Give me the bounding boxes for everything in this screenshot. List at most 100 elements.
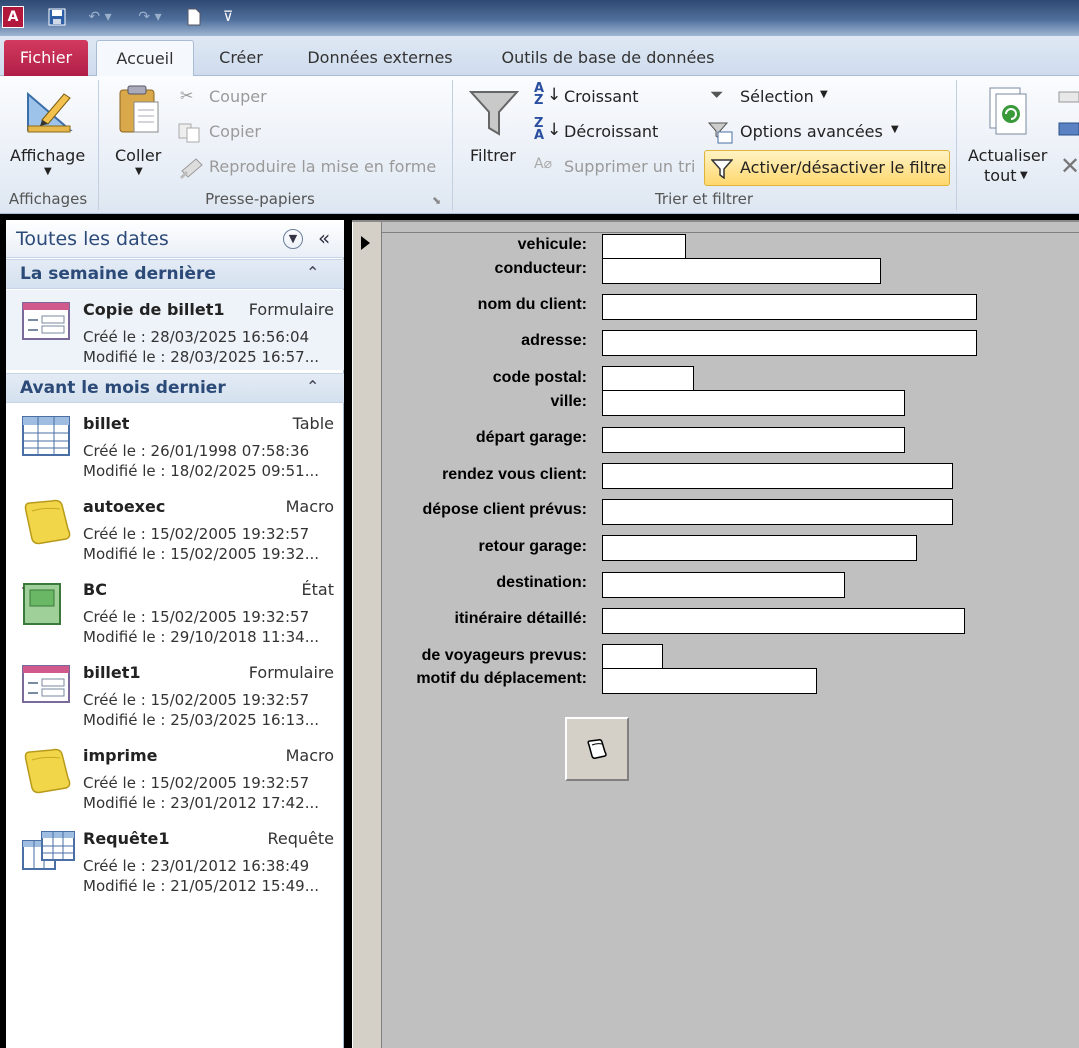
nav-item-name: autoexec xyxy=(83,497,166,516)
tab-fichier[interactable]: Fichier xyxy=(4,40,88,76)
nav-group-semaine-derniere[interactable]: La semaine dernière ⌃ xyxy=(6,259,344,289)
record-selector[interactable] xyxy=(352,222,382,1048)
save-icon[interactable] xyxy=(46,6,68,28)
selection-filter-icon: ⏷ xyxy=(710,85,724,105)
ribbon-tabs: Fichier Accueil Créer Données externes O… xyxy=(0,36,1079,77)
nav-item-name: billet1 xyxy=(83,663,141,682)
navigation-pane: Toutes les dates ▼ « La semaine dernière… xyxy=(6,220,344,1048)
nav-menu-dropdown-icon[interactable]: ▼ xyxy=(283,229,303,249)
actualiser-dropdown-arrow: ▼ xyxy=(1020,170,1028,181)
customize-toolbar-icon[interactable]: ⊽ xyxy=(220,6,236,28)
label-adresse: adresse: xyxy=(521,332,587,349)
field-depart-garage[interactable] xyxy=(602,427,905,453)
options-avancees-button[interactable]: Options avancées ▼ xyxy=(706,119,916,147)
scissors-icon: ✂ xyxy=(180,86,194,105)
new-document-icon[interactable] xyxy=(184,6,204,28)
supprimer-tri-label: Supprimer un tri xyxy=(564,157,696,176)
selection-label: Sélection xyxy=(740,87,814,106)
field-destination[interactable] xyxy=(602,572,845,598)
copier-button[interactable]: Copier xyxy=(178,119,288,147)
field-motif-du-deplacement[interactable] xyxy=(602,668,817,694)
dialog-launcher-icon[interactable]: ⬊ xyxy=(432,194,441,207)
nav-item-billet1[interactable]: billet1 Formulaire Créé le : 15/02/2005 … xyxy=(6,653,344,733)
sort-descending-icon: ZA xyxy=(534,116,545,143)
label-de-voyageurs-prevus: de voyageurs prevus: xyxy=(421,647,587,664)
affichage-button[interactable]: Affichage ▼ xyxy=(2,80,94,184)
nav-item-autoexec[interactable]: autoexec Macro Créé le : 15/02/2005 19:3… xyxy=(6,487,344,567)
new-record-icon[interactable] xyxy=(1058,90,1079,104)
field-itineraire-detaille[interactable] xyxy=(602,608,965,634)
current-record-arrow-icon xyxy=(361,236,370,250)
nav-item-created: Créé le : 28/03/2025 16:56:04 xyxy=(83,328,310,346)
nav-header[interactable]: Toutes les dates ▼ « xyxy=(6,220,344,258)
access-logo-icon[interactable]: A xyxy=(2,6,24,28)
nav-group-avant-le-mois-dernier[interactable]: Avant le mois dernier ⌃ xyxy=(6,373,344,403)
field-vehicule[interactable] xyxy=(602,234,686,260)
tab-accueil[interactable]: Accueil xyxy=(96,40,194,77)
nav-item-type: Formulaire xyxy=(248,300,334,319)
tab-creer[interactable]: Créer xyxy=(208,40,274,76)
couper-button[interactable]: ✂ Couper xyxy=(178,84,288,112)
field-rendez-vous-client[interactable] xyxy=(602,463,953,489)
field-nom-du-client[interactable] xyxy=(602,294,977,320)
label-code-postal: code postal: xyxy=(492,369,587,386)
activer-desactiver-filtre-button[interactable]: Activer/désactiver le filtre xyxy=(704,150,950,186)
actualiser-tout-button[interactable]: Actualiser tout ▼ xyxy=(962,80,1054,185)
actualiser-label: Actualiser xyxy=(968,146,1048,165)
affichages-group-label: Affichages xyxy=(8,190,88,208)
undo-icon[interactable]: ↶ ▾ xyxy=(80,6,120,28)
nav-item-copie-de-billet1[interactable]: Copie de billet1 Formulaire Créé le : 28… xyxy=(6,290,344,370)
redo-icon[interactable]: ↷ ▾ xyxy=(130,6,170,28)
field-retour-garage[interactable] xyxy=(602,535,917,561)
decroissant-button[interactable]: ZA ↓ Décroissant xyxy=(532,116,692,147)
filtrer-label: Filtrer xyxy=(470,146,516,165)
supprimer-tri-button[interactable]: A⌀ Supprimer un tri xyxy=(532,154,702,182)
selection-button[interactable]: ⏷ Sélection ▼ xyxy=(706,84,846,112)
nav-item-imprime[interactable]: imprime Macro Créé le : 15/02/2005 19:32… xyxy=(6,736,344,816)
label-depose-client-prevus: dépose client prévus: xyxy=(422,501,588,518)
collapse-group-icon[interactable]: ⌃ xyxy=(306,263,319,282)
nav-item-type: État xyxy=(301,580,334,599)
field-conducteur[interactable] xyxy=(602,258,881,284)
collapse-group-icon[interactable]: ⌃ xyxy=(306,377,319,396)
nav-item-modified: Modifié le : 23/01/2012 17:42... xyxy=(83,794,319,812)
tab-outils-base-donnees[interactable]: Outils de base de données xyxy=(490,40,726,76)
save-record-icon[interactable] xyxy=(1058,120,1079,138)
funnel-icon xyxy=(469,91,519,136)
label-destination: destination: xyxy=(496,574,587,591)
run-macro-button[interactable] xyxy=(565,717,629,781)
delete-record-icon[interactable]: ✕ xyxy=(1060,152,1079,180)
label-nom-du-client: nom du client: xyxy=(477,296,587,313)
query-icon xyxy=(22,831,75,870)
sort-arrow-down: ↓ xyxy=(547,120,562,140)
field-adresse[interactable] xyxy=(602,330,977,356)
field-de-voyageurs-prevus[interactable] xyxy=(602,644,663,670)
filtrer-button[interactable]: Filtrer xyxy=(460,80,528,184)
coller-dropdown-arrow: ▼ xyxy=(135,166,143,177)
ribbon: Affichage ▼ Affichages Coller ▼ ✂ Couper… xyxy=(0,76,1079,214)
field-code-postal[interactable] xyxy=(602,366,694,392)
nav-title[interactable]: Toutes les dates xyxy=(16,228,169,250)
coller-button[interactable]: Coller ▼ xyxy=(104,80,174,184)
copy-icon xyxy=(178,123,200,143)
nav-item-type: Macro xyxy=(285,746,334,765)
field-depose-client-prevus[interactable] xyxy=(602,499,953,525)
field-ville[interactable] xyxy=(602,390,905,416)
tab-donnees-externes[interactable]: Données externes xyxy=(298,40,462,76)
collapse-pane-icon[interactable]: « xyxy=(318,226,330,250)
label-motif-du-deplacement: motif du déplacement: xyxy=(416,670,587,687)
nav-item-bc[interactable]: BC État Créé le : 15/02/2005 19:32:57 Mo… xyxy=(6,570,344,650)
croissant-button[interactable]: AZ ↓ Croissant xyxy=(532,82,692,112)
nav-item-created: Créé le : 26/01/1998 07:58:36 xyxy=(83,442,310,460)
affichage-dropdown-arrow: ▼ xyxy=(44,166,52,177)
nav-item-billet[interactable]: billet Table Créé le : 26/01/1998 07:58:… xyxy=(6,404,344,484)
label-retour-garage: retour garage: xyxy=(478,538,587,555)
advanced-filter-icon xyxy=(708,122,733,144)
nav-item-modified: Modifié le : 18/02/2025 09:51... xyxy=(83,462,319,480)
nav-item-requete1[interactable]: Requête1 Requête Créé le : 23/01/2012 16… xyxy=(6,819,344,899)
nav-item-type: Requête xyxy=(267,829,335,848)
coller-label: Coller xyxy=(115,146,162,165)
nav-item-created: Créé le : 15/02/2005 19:32:57 xyxy=(83,608,310,626)
macro-scroll-icon xyxy=(24,748,71,794)
reproduire-mise-en-forme-button[interactable]: Reproduire la mise en forme xyxy=(178,154,444,182)
